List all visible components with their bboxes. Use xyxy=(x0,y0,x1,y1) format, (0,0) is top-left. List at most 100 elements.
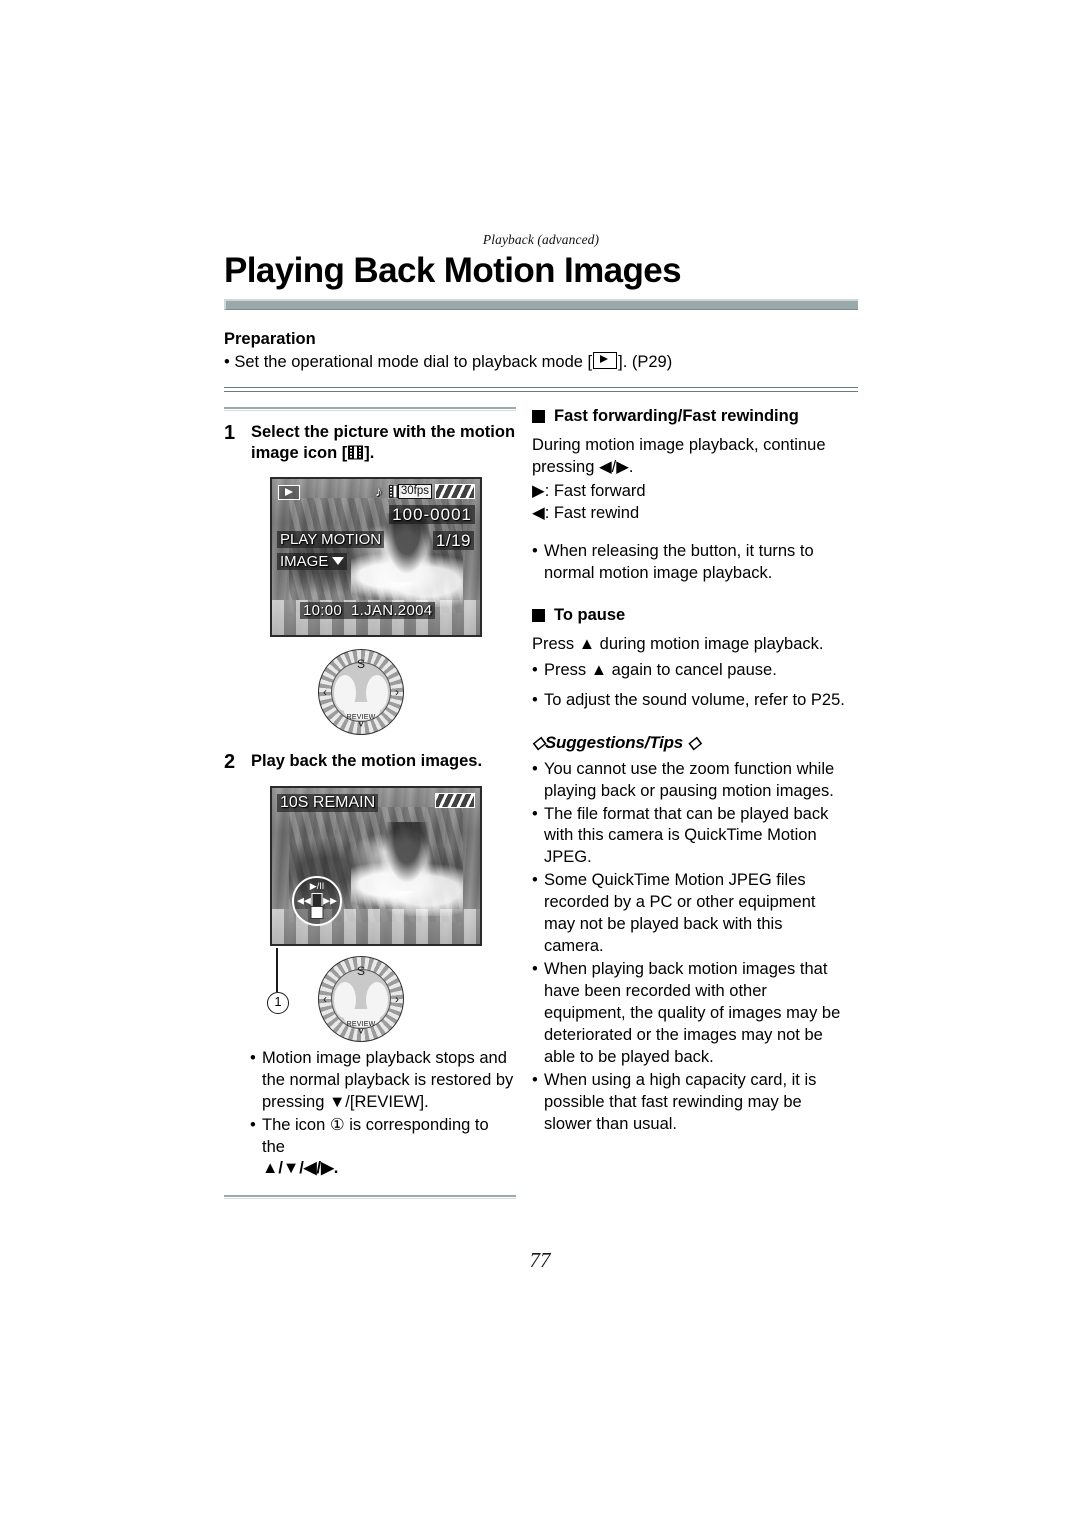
carousel-rider-2 xyxy=(380,822,435,891)
left-note-item: • Motion image playback stops and the no… xyxy=(250,1048,516,1114)
cursor-rewind-icon: ◀◀ xyxy=(297,895,311,906)
osd-battery-icon xyxy=(435,483,475,499)
tip-item: • When using a high capacity card, it is… xyxy=(532,1070,846,1136)
lcd-screenshot-1-wrap: ♪ 30fps 100-0001 1/19 PLAY MOTION IMAGE … xyxy=(270,476,516,637)
preparation-section: Preparation • Set the operational mode d… xyxy=(224,330,858,373)
caret-down-icon xyxy=(332,556,345,565)
dial-down-arrow-icon-2: ˅ xyxy=(357,1025,365,1038)
bullet-dot: • xyxy=(532,871,538,890)
left-note-text: Motion image playback stops and the norm… xyxy=(262,1048,514,1111)
tip-text: Some QuickTime Motion JPEG files recorde… xyxy=(544,871,816,956)
tip-text: When playing back motion images that hav… xyxy=(544,960,841,1066)
dial-right-arrow-icon: › xyxy=(395,684,399,699)
dial-inner-face-2 xyxy=(331,968,391,1029)
osd-menu-line-2-text: IMAGE xyxy=(280,552,329,570)
chapter-tag: Playback (advanced) xyxy=(482,232,600,247)
to-pause-note-item: • To adjust the sound volume, refer to P… xyxy=(532,690,846,712)
bullet-dot: • xyxy=(532,1070,538,1089)
step-1-number: 1 xyxy=(224,422,236,445)
title-underline-bar xyxy=(224,298,858,310)
dial-left-arrow-icon: ‹ xyxy=(323,684,327,699)
osd-remaining-time: 10S REMAIN xyxy=(277,793,379,812)
left-note-item: • The icon ① is corresponding to the ▲/▼… xyxy=(250,1115,516,1181)
tip-text: The file format that can be played back … xyxy=(544,804,829,867)
cursor-play-pause-icon: ▶/II xyxy=(309,880,325,891)
dial-down-arrow-icon: ˅ xyxy=(357,718,365,731)
preparation-bullet: • Set the operational mode dial to playb… xyxy=(224,351,858,373)
page-number: 77 xyxy=(529,1248,551,1272)
dial-inner-face xyxy=(331,661,391,722)
fast-forward-notes: • When releasing the button, it turns to… xyxy=(532,541,846,585)
left-note-text-a: The icon ① is corresponding to the xyxy=(262,1115,489,1156)
bullet-dot: • xyxy=(532,660,538,679)
section-heading-fast-forward: Fast forwarding/Fast rewinding xyxy=(532,407,846,426)
cursor-stop-icon xyxy=(310,905,324,919)
bullet-dot: • xyxy=(532,804,538,823)
playback-cursor-guide: ▶/II ◀◀ ▶▶ xyxy=(292,875,342,926)
cursor-forward-icon: ▶▶ xyxy=(323,895,337,906)
preparation-text-before: Set the operational mode dial to playbac… xyxy=(234,352,593,371)
osd-file-number: 100-0001 xyxy=(389,504,475,524)
dial-left-arrow-icon-2: ‹ xyxy=(323,991,327,1006)
to-pause-paragraph: Press ▲ during motion image playback. xyxy=(532,634,824,653)
fast-forward-paragraph: During motion image playback, continue p… xyxy=(532,436,826,477)
fast-forward-note-item: • When releasing the button, it turns to… xyxy=(532,541,846,585)
step-1-text-before: Select the picture with the motion image… xyxy=(251,423,516,463)
step-1-text-after: ]. xyxy=(364,444,375,463)
bullet-dot: • xyxy=(532,690,538,709)
osd-fps-label: 30fps xyxy=(397,483,432,500)
left-column-bottom-rule xyxy=(224,1195,516,1200)
two-column-body: 1 Select the picture with the motion ima… xyxy=(224,407,858,1200)
four-way-dial-1: S ‹ › REVIEW ˅ xyxy=(318,648,404,735)
step-2-text: Play back the motion images. xyxy=(251,751,483,770)
to-pause-notes: • Press ▲ again to cancel pause. • To ad… xyxy=(532,660,846,712)
step-1-text: Select the picture with the motion image… xyxy=(244,422,516,464)
tip-item: • The file format that can be played bac… xyxy=(532,804,846,870)
step-1: 1 Select the picture with the motion ima… xyxy=(224,422,516,464)
step-2-number: 2 xyxy=(224,750,236,773)
left-note-arrow-keys: ▲/▼/◀/▶. xyxy=(262,1159,339,1178)
fast-forward-line: ▶: Fast forward xyxy=(532,482,646,501)
callout-area: 1 S ‹ › REVIEW ˅ xyxy=(224,947,516,1044)
left-column: 1 Select the picture with the motion ima… xyxy=(224,407,528,1200)
tip-item: • You cannot use the zoom function while… xyxy=(532,759,846,803)
osd-battery-icon-2 xyxy=(435,792,475,808)
bullet-dot: • xyxy=(532,541,538,560)
osd-datetime: 10:00 1.JAN.2004 xyxy=(300,601,436,619)
osd-frame-count: 1/19 xyxy=(432,530,474,550)
page-title: Playing Back Motion Images xyxy=(224,251,682,290)
dial-illustration-1-wrap: S ‹ › REVIEW ˅ xyxy=(318,648,516,735)
play-icon xyxy=(593,351,618,369)
bullet-dot: • xyxy=(250,1048,256,1067)
dial-selftimer-icon-2: S xyxy=(356,963,366,978)
suggestions-tips-list: • You cannot use the zoom function while… xyxy=(532,759,846,1136)
dial-right-arrow-icon-2: › xyxy=(395,991,399,1006)
osd-play-icon xyxy=(278,484,300,500)
tip-text: You cannot use the zoom function while p… xyxy=(544,759,835,800)
lcd-screenshot-2: 10S REMAIN ▶/II ◀◀ ▶▶ xyxy=(270,785,482,946)
osd-audio-note-icon: ♪ xyxy=(375,482,382,499)
manual-page: Playback (advanced) Playing Back Motion … xyxy=(0,0,1080,1526)
osd-time: 10:00 xyxy=(303,601,343,619)
lcd-screenshot-1: ♪ 30fps 100-0001 1/19 PLAY MOTION IMAGE … xyxy=(270,476,482,637)
preparation-heading: Preparation xyxy=(224,329,316,348)
dial-selftimer-icon: S xyxy=(356,656,366,671)
callout-leader-line xyxy=(276,947,278,992)
section-heading-text: To pause xyxy=(554,605,626,624)
right-column: Fast forwarding/Fast rewinding During mo… xyxy=(528,407,846,1199)
osd-menu-line-1: PLAY MOTION xyxy=(277,530,385,548)
to-pause-note-text: To adjust the sound volume, refer to P25… xyxy=(544,690,845,709)
motion-image-film-icon xyxy=(347,444,364,461)
section-divider-double xyxy=(224,387,858,393)
tip-item: • When playing back motion images that h… xyxy=(532,959,846,1069)
fast-rewind-line: ◀: Fast rewind xyxy=(532,504,640,523)
osd-date: 1.JAN.2004 xyxy=(350,601,433,619)
section-heading-text: Fast forwarding/Fast rewinding xyxy=(554,407,799,426)
black-square-bullet-icon xyxy=(532,608,545,622)
section-heading-to-pause: To pause xyxy=(532,606,846,625)
left-note-text: The icon ① is corresponding to the ▲/▼/◀… xyxy=(262,1115,516,1181)
bullet-dot: • xyxy=(532,960,538,979)
